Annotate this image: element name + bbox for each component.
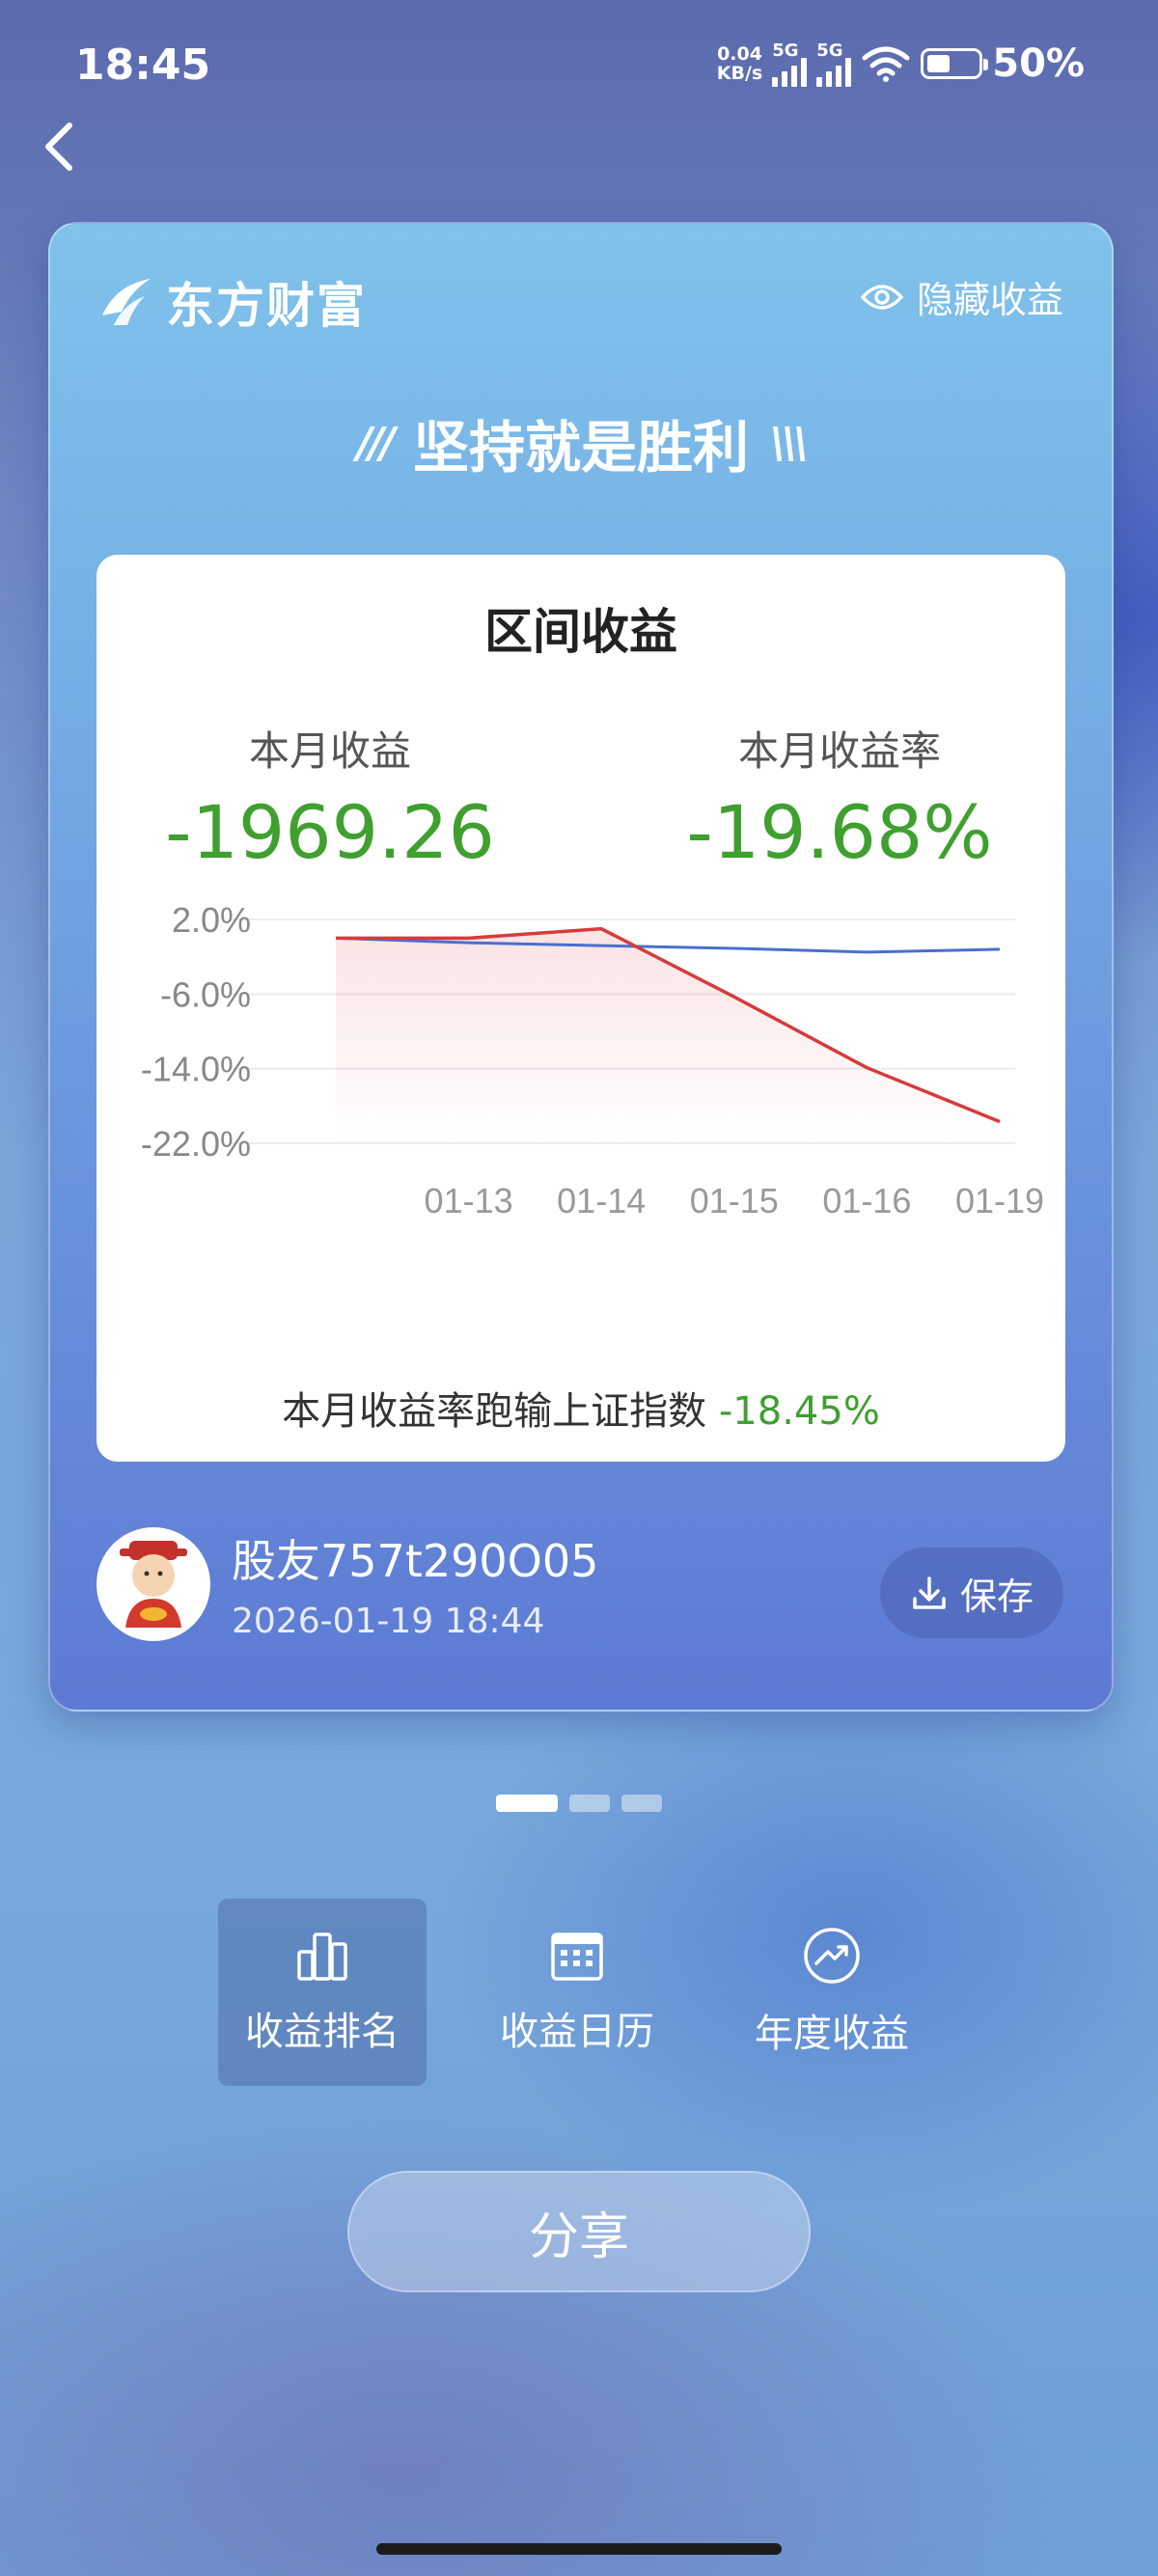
backslash-decoration-icon: \\\ xyxy=(770,418,809,468)
y-tick-label: -14.0% xyxy=(141,1050,251,1089)
sim2-label: 5G xyxy=(816,41,843,61)
status-time: 18:45 xyxy=(75,41,211,90)
battery-icon xyxy=(921,48,989,79)
trend-up-icon xyxy=(804,1928,860,1984)
wifi-icon xyxy=(862,46,910,82)
ranking-icon xyxy=(297,1932,347,1981)
month-income-label: 本月收益 xyxy=(248,727,411,775)
card-type-tabs: 收益排名 收益日历 年度收益 xyxy=(218,1899,936,2086)
earnings-chart: 2.0% -6.0% -14.0% -22.0% 01-13 01-14 01-15 01-1… xyxy=(141,902,1044,1220)
back-button[interactable] xyxy=(35,112,89,181)
chevron-left-icon xyxy=(45,123,72,171)
slash-decoration-icon: /// xyxy=(356,418,396,468)
avatar xyxy=(96,1526,210,1641)
download-icon xyxy=(913,1576,946,1609)
index-comparison-text: 本月收益率跑输上证指数 xyxy=(282,1389,707,1434)
slogan-text: 坚持就是胜利 xyxy=(412,415,749,480)
y-tick-label: -6.0% xyxy=(160,974,251,1014)
hide-earnings-toggle[interactable]: 隐藏收益 xyxy=(860,270,1063,323)
month-rate: 本月收益率 -19.68% xyxy=(666,719,1013,875)
month-rate-value: -19.68% xyxy=(686,789,993,875)
save-button[interactable]: 保存 xyxy=(880,1548,1063,1638)
tab-label: 收益日历 xyxy=(500,2010,654,2054)
signal-icon: 5G xyxy=(772,41,808,87)
tab-label: 年度收益 xyxy=(755,2012,909,2056)
status-indicators: 0.04 KB/s 5G 5G 50% xyxy=(717,35,1085,93)
x-tick-label: 01-15 xyxy=(690,1181,779,1220)
month-rate-label: 本月收益率 xyxy=(737,727,941,775)
hide-earnings-label: 隐藏收益 xyxy=(916,279,1063,321)
username: 股友757t290O05 xyxy=(232,1535,599,1587)
brand-logo-icon xyxy=(102,279,151,325)
x-tick-label: 01-13 xyxy=(425,1181,513,1220)
month-income: 本月收益 -1969.26 xyxy=(156,719,504,875)
user-info: 股友757t290O05 2026-01-19 18:44 xyxy=(96,1526,598,1641)
month-income-value: -1969.26 xyxy=(165,789,495,875)
page-dot-3[interactable] xyxy=(621,1795,662,1812)
page-indicator xyxy=(0,1795,1158,1812)
index-comparison: 本月收益率跑输上证指数 -18.45% xyxy=(96,1380,1065,1436)
tab-earnings-ranking[interactable]: 收益排名 xyxy=(218,1899,427,2086)
x-tick-label: 01-14 xyxy=(557,1181,646,1220)
battery-percent: 50% xyxy=(992,41,1085,86)
y-tick-label: -22.0% xyxy=(141,1124,251,1164)
share-datetime: 2026-01-19 18:44 xyxy=(232,1602,545,1641)
page-dot-1[interactable] xyxy=(496,1795,558,1812)
x-tick-label: 01-16 xyxy=(822,1181,911,1220)
share-button[interactable]: 分享 xyxy=(347,2171,811,2292)
status-bar: 18:45 0.04 KB/s 5G 5G 50% xyxy=(0,0,1158,135)
avatar-fortune-god-icon xyxy=(120,1540,187,1628)
tab-label: 收益排名 xyxy=(245,2010,400,2054)
tab-annual-earnings[interactable]: 年度收益 xyxy=(728,1899,936,2086)
page-dot-2[interactable] xyxy=(569,1795,610,1812)
home-indicator[interactable] xyxy=(376,2543,782,2555)
share-card: 东方财富 隐藏收益 /// 坚持就是胜利 \\\ 区间收益 本月收益 -1969… xyxy=(48,222,1114,1712)
y-tick-label: 2.0% xyxy=(172,902,251,940)
net-speed-unit: KB/s xyxy=(716,63,763,84)
brand-name: 东方财富 xyxy=(166,278,367,334)
net-speed: 0.04 KB/s xyxy=(717,44,762,83)
x-tick-label: 01-19 xyxy=(955,1181,1044,1220)
share-label: 分享 xyxy=(528,2207,629,2266)
eye-icon xyxy=(860,284,903,310)
panel-title: 区间收益 xyxy=(484,604,677,660)
save-label: 保存 xyxy=(959,1575,1034,1618)
slogan: /// 坚持就是胜利 \\\ xyxy=(50,402,1112,483)
net-speed-value: 0.04 xyxy=(717,43,762,65)
index-comparison-value: -18.45% xyxy=(718,1389,880,1434)
tab-earnings-calendar[interactable]: 收益日历 xyxy=(473,1899,681,2086)
signal-icon: 5G xyxy=(816,41,852,87)
calendar-icon xyxy=(551,1932,603,1981)
brand: 东方财富 xyxy=(96,267,367,337)
sim1-label: 5G xyxy=(772,41,799,61)
interval-earnings-panel: 区间收益 本月收益 -1969.26 本月收益率 -19.68% 2.0% -6.… xyxy=(96,555,1065,1462)
